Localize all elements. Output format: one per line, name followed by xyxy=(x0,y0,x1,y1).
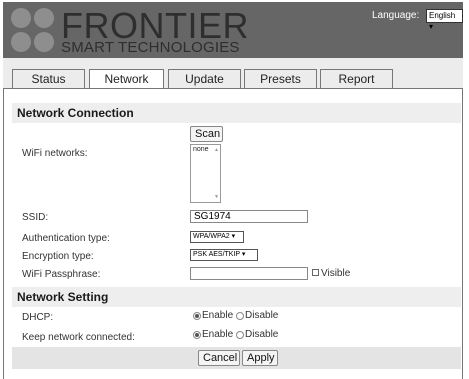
language-select[interactable]: English ▾ xyxy=(426,9,463,31)
tab-status[interactable]: Status xyxy=(12,69,85,88)
encryption-type-select[interactable]: PSK AES/TKIP ▾ xyxy=(190,249,258,261)
header-bar: FRONTIER SMART TECHNOLOGIES Language: En… xyxy=(3,2,463,58)
cancel-button[interactable]: Cancel xyxy=(198,350,240,366)
tab-update[interactable]: Update xyxy=(168,69,241,88)
chevron-down-icon: ▾ xyxy=(231,233,236,240)
keep-connected-label: Keep network connected: xyxy=(22,332,135,343)
auth-type-label: Authentication type: xyxy=(22,233,110,244)
dhcp-label: DHCP: xyxy=(22,312,54,323)
tab-status-label: Status xyxy=(31,72,66,86)
dhcp-disable-radio[interactable] xyxy=(236,312,244,320)
keep-enable-label: Enable xyxy=(202,329,234,340)
ssid-label: SSID: xyxy=(22,212,49,223)
encryption-type-label: Encryption type: xyxy=(22,251,94,262)
keep-disable-label: Disable xyxy=(245,329,279,340)
frontier-logo-icon xyxy=(11,8,57,54)
tab-presets-label: Presets xyxy=(260,72,301,86)
dhcp-disable-label: Disable xyxy=(245,310,279,321)
keep-enable-radio[interactable] xyxy=(193,331,201,339)
section-network-setting: Network Setting xyxy=(12,287,461,307)
tab-update-label: Update xyxy=(185,72,224,86)
visible-checkbox[interactable] xyxy=(312,269,319,276)
wifi-networks-list[interactable]: none ▲ ▼ xyxy=(190,144,221,203)
language-value: English xyxy=(429,11,456,20)
passphrase-label: WiFi Passphrase: xyxy=(22,269,101,280)
tab-report[interactable]: Report xyxy=(320,69,393,88)
auth-type-select[interactable]: WPA/WPA2 ▾ xyxy=(190,231,244,243)
apply-button[interactable]: Apply xyxy=(242,350,278,366)
wifi-networks-label: WiFi networks: xyxy=(22,148,88,159)
tab-bar: Status Network Update Presets Report xyxy=(3,58,463,89)
scroll-up-icon[interactable]: ▲ xyxy=(214,147,219,153)
scroll-down-icon[interactable]: ▼ xyxy=(214,194,219,200)
dhcp-enable-label: Enable xyxy=(202,310,234,321)
encryption-type-value: PSK AES/TKIP xyxy=(193,251,240,258)
brand-subtitle: SMART TECHNOLOGIES xyxy=(61,39,240,56)
keep-disable-radio[interactable] xyxy=(236,331,244,339)
ssid-input[interactable]: SG1974 xyxy=(190,210,308,223)
visible-label: Visible xyxy=(321,268,351,279)
tab-network-label: Network xyxy=(104,72,149,86)
tab-report-label: Report xyxy=(338,72,375,86)
language-label: Language: xyxy=(372,10,420,21)
tab-network[interactable]: Network xyxy=(89,69,164,89)
chevron-down-icon: ▾ xyxy=(241,251,246,258)
passphrase-input[interactable] xyxy=(190,267,308,280)
dhcp-enable-radio[interactable] xyxy=(193,312,201,320)
scan-button[interactable]: Scan xyxy=(190,126,223,142)
wifi-network-item[interactable]: none xyxy=(193,146,209,153)
section-network-connection: Network Connection xyxy=(12,103,461,123)
tab-presets[interactable]: Presets xyxy=(244,69,317,88)
chevron-down-icon: ▾ xyxy=(429,22,434,31)
auth-type-value: WPA/WPA2 xyxy=(193,233,230,240)
